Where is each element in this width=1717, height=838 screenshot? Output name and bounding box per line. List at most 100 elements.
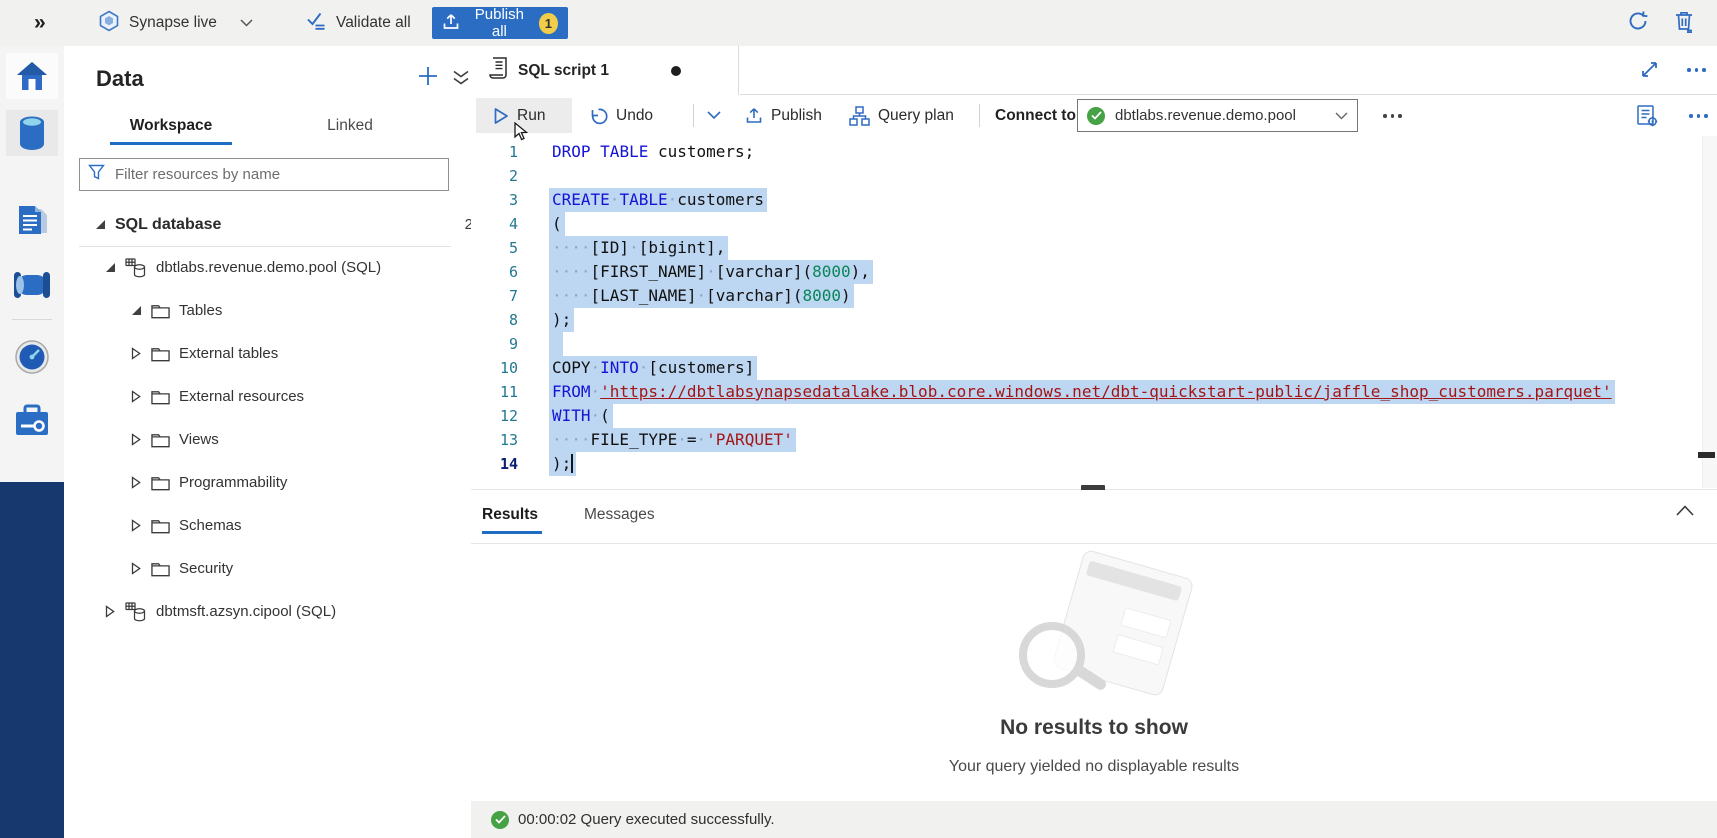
tree-item-dbtlabs-revenue-demo-pool-sql-[interactable]: dbtlabs.revenue.demo.pool (SQL) bbox=[64, 246, 511, 289]
home-icon[interactable] bbox=[6, 53, 58, 99]
sql-code-editor[interactable]: 1DROP TABLE customers;23CREATE·TABLE·cus… bbox=[471, 136, 1717, 488]
collapsed-caret-icon[interactable] bbox=[130, 390, 142, 403]
code-line-4[interactable]: 4( bbox=[471, 212, 1717, 236]
tree-item-views[interactable]: Views bbox=[64, 418, 537, 461]
chevron-up-icon bbox=[1676, 505, 1694, 516]
success-check-icon bbox=[491, 811, 509, 829]
run-button[interactable]: Run bbox=[493, 95, 545, 136]
code-text: ····[LAST_NAME]·[varchar](8000) bbox=[549, 284, 854, 308]
collapse-all-button[interactable] bbox=[452, 70, 470, 91]
tree-item-external-resources[interactable]: External resources bbox=[64, 375, 537, 418]
collapsed-caret-icon[interactable] bbox=[130, 519, 142, 532]
panel-title: Data bbox=[96, 66, 144, 92]
code-line-14[interactable]: 14); bbox=[471, 452, 1717, 476]
folder-icon bbox=[151, 346, 170, 362]
expanded-caret-icon[interactable] bbox=[94, 220, 106, 229]
editor-scrollbar[interactable] bbox=[1702, 136, 1717, 488]
run-options-chevron[interactable] bbox=[707, 95, 721, 136]
mode-selector[interactable]: Synapse live bbox=[98, 0, 253, 46]
tree-item-external-tables[interactable]: External tables bbox=[64, 332, 537, 375]
expanded-caret-icon[interactable] bbox=[104, 263, 116, 272]
code-line-1[interactable]: 1DROP TABLE customers; bbox=[471, 140, 1717, 164]
chevron-right-icon bbox=[131, 562, 141, 575]
manage-icon[interactable] bbox=[6, 398, 58, 444]
line-number: 8 bbox=[471, 308, 518, 332]
script-properties-button[interactable] bbox=[1635, 104, 1659, 133]
more-options-icon[interactable] bbox=[1689, 114, 1708, 118]
line-number: 11 bbox=[471, 380, 518, 404]
publish-button[interactable]: Publish bbox=[745, 95, 822, 136]
collapsed-caret-icon[interactable] bbox=[130, 562, 142, 575]
editor-pane: SQL script 1 Run Undo Publish bbox=[471, 46, 1717, 838]
data-icon[interactable] bbox=[6, 110, 58, 156]
collapsed-caret-icon[interactable] bbox=[104, 605, 116, 618]
collapsed-caret-icon[interactable] bbox=[130, 433, 142, 446]
discard-button[interactable] bbox=[1672, 0, 1696, 46]
line-number: 2 bbox=[471, 164, 518, 188]
code-line-13[interactable]: 13····FILE_TYPE·=·'PARQUET' bbox=[471, 428, 1717, 452]
code-line-3[interactable]: 3CREATE·TABLE·customers bbox=[471, 188, 1717, 212]
monitor-icon[interactable] bbox=[6, 334, 58, 380]
data-explorer-panel: Data Workspace Linked SQL database2dbtla… bbox=[64, 46, 472, 838]
chevron-right-icon bbox=[131, 476, 141, 489]
integrate-icon[interactable] bbox=[6, 262, 58, 308]
unsaved-changes-dot bbox=[671, 66, 681, 76]
tree-item-label: Tables bbox=[179, 302, 222, 319]
tab-linked[interactable]: Linked bbox=[300, 108, 400, 144]
refresh-button[interactable] bbox=[1626, 0, 1650, 46]
code-line-10[interactable]: 10COPY·INTO·[customers] bbox=[471, 356, 1717, 380]
active-tab-underline bbox=[110, 142, 232, 145]
code-text: FROM·'https://dbtlabsynapsedatalake.blob… bbox=[549, 380, 1615, 404]
tab-sql-script-1[interactable]: SQL script 1 bbox=[471, 46, 739, 95]
develop-icon[interactable] bbox=[6, 198, 58, 244]
code-line-2[interactable]: 2 bbox=[471, 164, 1717, 188]
connect-to-pool-dropdown[interactable]: dbtlabs.revenue.demo.pool bbox=[1077, 99, 1358, 132]
tree-item-security[interactable]: Security bbox=[64, 547, 537, 590]
tab-more-options-icon[interactable] bbox=[1687, 68, 1706, 72]
code-line-9[interactable]: 9 bbox=[471, 332, 1717, 356]
code-line-12[interactable]: 12WITH·( bbox=[471, 404, 1717, 428]
code-text: DROP TABLE customers; bbox=[552, 140, 754, 164]
validate-all-button[interactable]: Validate all bbox=[306, 0, 411, 46]
text-cursor bbox=[571, 454, 573, 473]
filter-resources-input[interactable] bbox=[113, 165, 440, 184]
results-header: Results Messages bbox=[471, 490, 1717, 544]
expanded-caret-icon[interactable] bbox=[130, 306, 142, 315]
double-chevron-right-icon: » bbox=[34, 11, 44, 35]
code-line-11[interactable]: 11 FROM·'https://dbtlabsynapsedatalake.bl… bbox=[471, 380, 1717, 404]
tree-item-label: SQL database bbox=[115, 216, 221, 234]
tab-messages[interactable]: Messages bbox=[584, 498, 655, 532]
code-text: ); bbox=[549, 452, 576, 476]
query-plan-button[interactable]: Query plan bbox=[849, 95, 954, 136]
tree-item-label: Security bbox=[179, 560, 233, 577]
folder-icon bbox=[151, 561, 170, 577]
publish-upload-icon bbox=[442, 12, 460, 34]
tree-item-schemas[interactable]: Schemas bbox=[64, 504, 537, 547]
tree-item-sql-database[interactable]: SQL database2 bbox=[64, 203, 501, 246]
expand-menu-button[interactable]: » bbox=[34, 0, 44, 46]
run-play-icon bbox=[493, 107, 509, 125]
collapsed-caret-icon[interactable] bbox=[130, 476, 142, 489]
tree-item-tables[interactable]: Tables bbox=[64, 289, 537, 332]
toolbar-more-options-icon[interactable] bbox=[1383, 114, 1402, 118]
code-line-7[interactable]: 7····[LAST_NAME]·[varchar](8000) bbox=[471, 284, 1717, 308]
folder-icon bbox=[151, 561, 170, 577]
undo-button[interactable]: Undo bbox=[589, 95, 653, 136]
collapsed-caret-icon[interactable] bbox=[130, 347, 142, 360]
add-resource-button[interactable] bbox=[416, 64, 440, 93]
toolbar-divider bbox=[979, 104, 980, 127]
code-line-5[interactable]: 5····[ID]·[bigint], bbox=[471, 236, 1717, 260]
line-number: 10 bbox=[471, 356, 518, 380]
publish-all-button[interactable]: Publish all 1 bbox=[432, 7, 568, 39]
code-line-8[interactable]: 8); bbox=[471, 308, 1717, 332]
collapse-results-button[interactable] bbox=[1676, 503, 1694, 521]
expand-editor-button[interactable] bbox=[1639, 59, 1660, 85]
code-line-6[interactable]: 6····[FIRST_NAME]·[varchar](8000), bbox=[471, 260, 1717, 284]
tab-results[interactable]: Results bbox=[482, 498, 538, 532]
pool-name: dbtlabs.revenue.demo.pool bbox=[1115, 107, 1296, 124]
tree-item-dbtmsft-azsyn-cipool-sql-[interactable]: dbtmsft.azsyn.cipool (SQL) bbox=[64, 590, 511, 633]
tab-workspace[interactable]: Workspace bbox=[110, 108, 232, 144]
code-text: ( bbox=[549, 212, 565, 236]
results-tab-underline bbox=[482, 531, 542, 534]
tree-item-programmability[interactable]: Programmability bbox=[64, 461, 537, 504]
